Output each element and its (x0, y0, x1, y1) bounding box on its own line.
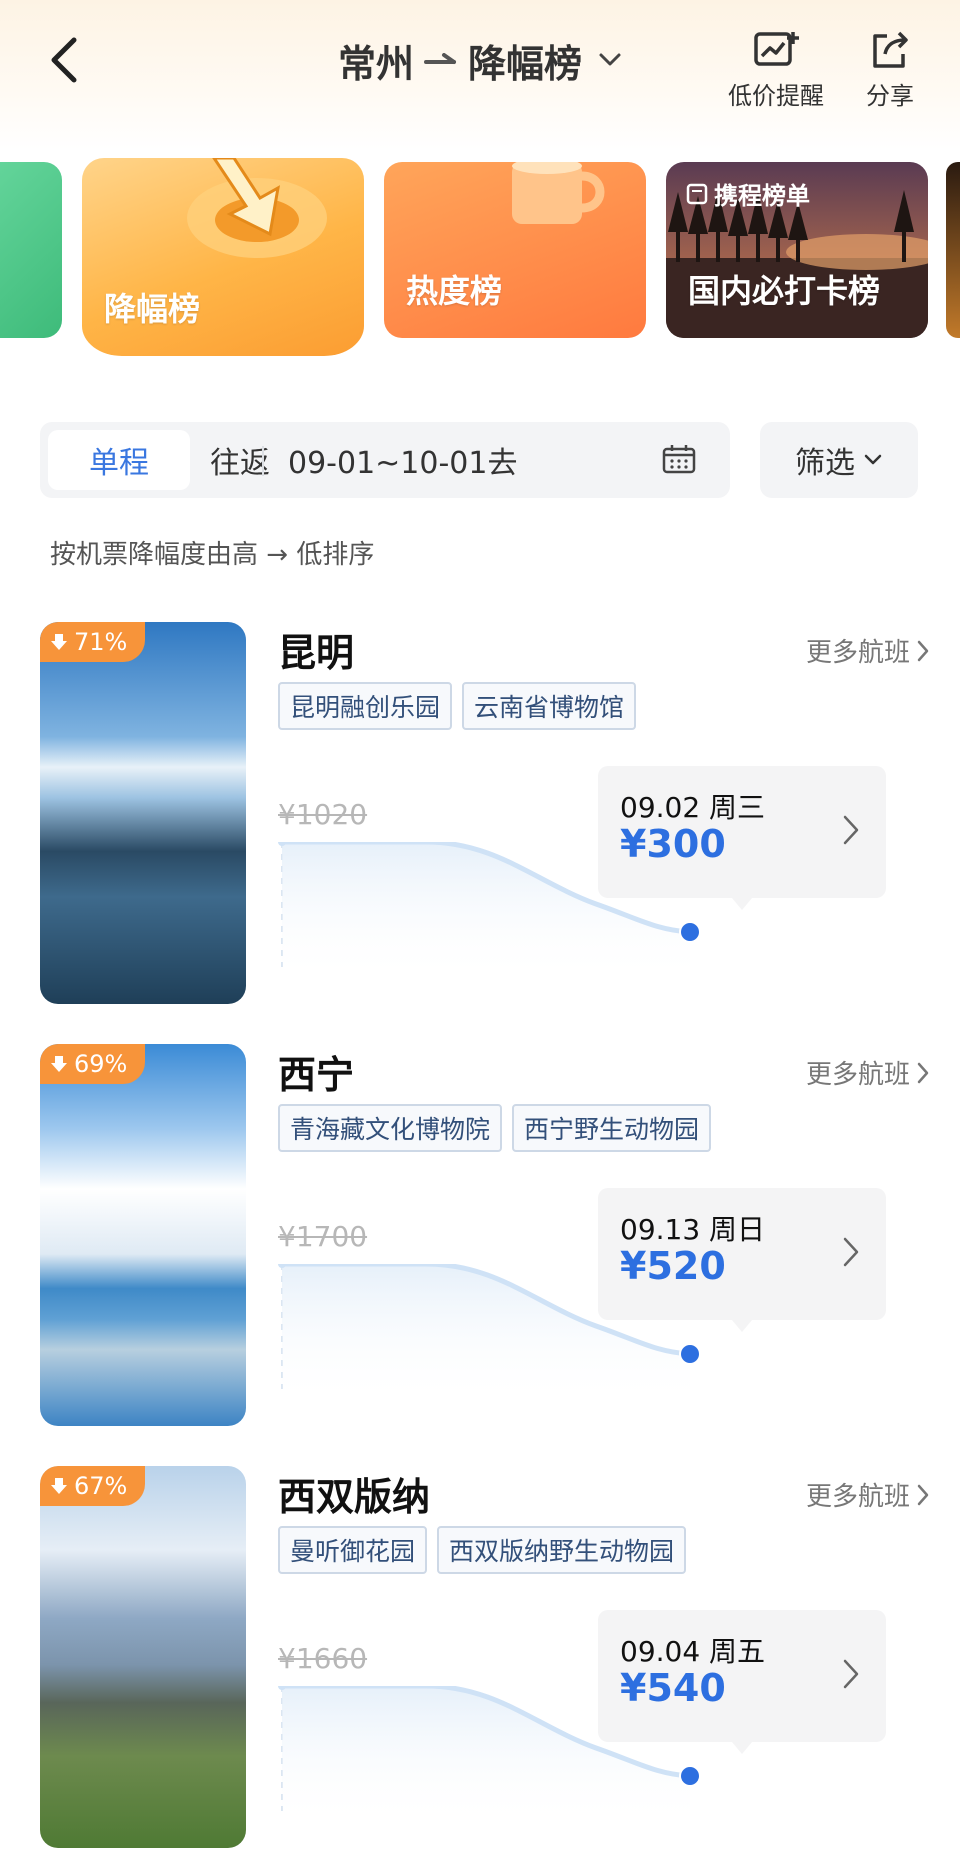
segment-divider (262, 446, 264, 476)
more-flights-label: 更多航班 (805, 638, 910, 668)
chevron-left-icon (51, 37, 77, 83)
share-label: 分享 (866, 82, 914, 110)
share-button[interactable]: 分享 (866, 30, 914, 111)
brand-tag-label: 携程榜单 (714, 182, 810, 210)
chevron-right-icon (843, 815, 859, 845)
category-label: 热度榜 (406, 272, 503, 310)
origin-city: 常州 (337, 41, 414, 86)
sort-note: 按机票降幅度由高 → 低排序 (50, 540, 375, 570)
filter-button[interactable]: 筛选 (760, 422, 918, 498)
more-flights-link[interactable]: 更多航班 (806, 632, 930, 669)
category-card-must-visit[interactable]: 携程榜单 国内必打卡榜 (666, 162, 928, 338)
chevron-down-icon (864, 454, 882, 465)
page-title[interactable]: 常州 降幅榜 (300, 30, 660, 90)
lowest-price-dot[interactable] (679, 1765, 701, 1787)
chevron-right-icon (843, 1659, 859, 1689)
lowest-price-tooltip[interactable]: 09.04 周五 ¥540 (598, 1610, 886, 1754)
drop-percent: 67% (74, 1472, 128, 1500)
lowest-price: ¥520 (620, 1244, 726, 1288)
drop-badge: 71% (40, 622, 146, 662)
category-label: 国内必打卡榜 (688, 272, 881, 310)
chevron-right-icon (917, 1062, 929, 1083)
share-icon (873, 31, 908, 68)
lowest-price-date: 09.04 周五 (620, 1635, 766, 1668)
brand-tag: 携程榜单 (686, 176, 810, 211)
chevron-down-icon (599, 53, 621, 66)
lowest-price-tooltip[interactable]: 09.02 周三 ¥300 (598, 766, 886, 910)
price-alert-button[interactable]: 低价提醒 (728, 30, 824, 111)
attraction-tag[interactable]: 云南省博物馆 (462, 682, 637, 730)
price-alert-label: 低价提醒 (728, 82, 824, 110)
destination-photo[interactable]: 69% (40, 1044, 246, 1426)
tooltip-tail (732, 898, 752, 910)
category-card-previous[interactable] (0, 162, 62, 338)
lowest-price-dot[interactable] (679, 1343, 701, 1365)
chevron-right-icon (917, 640, 929, 661)
drop-badge: 67% (40, 1466, 146, 1506)
lowest-price-date: 09.02 周三 (620, 791, 766, 824)
filter-label: 筛选 (795, 446, 855, 481)
more-flights-label: 更多航班 (805, 1060, 910, 1090)
destination-card[interactable]: 69% 西宁 更多航班 青海藏文化博物院 西宁野生动物园 ¥1700 09.13… (40, 1044, 956, 1426)
destination-city: 西宁 (278, 1053, 355, 1097)
lowest-price-tooltip[interactable]: 09.13 周日 ¥520 (598, 1188, 886, 1332)
attraction-tag[interactable]: 青海藏文化博物院 (278, 1104, 503, 1152)
category-card-next[interactable] (946, 162, 960, 338)
price-alert-icon (754, 32, 799, 66)
category-card-hot[interactable]: 热度榜 (384, 162, 646, 338)
arrow-down-icon (51, 634, 67, 650)
attraction-tag[interactable]: 西宁野生动物园 (512, 1104, 712, 1152)
attraction-tags: 曼听御花园 西双版纳野生动物园 (278, 1526, 687, 1574)
calendar-icon[interactable] (662, 444, 696, 474)
category-label: 降幅榜 (104, 290, 201, 328)
lowest-price: ¥540 (620, 1666, 726, 1710)
destination-card[interactable]: 67% 西双版纳 更多航班 曼听御花园 西双版纳野生动物园 ¥1660 09.0… (40, 1466, 956, 1848)
more-flights-link[interactable]: 更多航班 (806, 1476, 930, 1513)
original-price: ¥1020 (278, 798, 368, 831)
chevron-right-icon (917, 1484, 929, 1505)
destination-photo[interactable]: 71% (40, 622, 246, 1004)
destination-city: 昆明 (278, 631, 355, 675)
attraction-tags: 昆明融创乐园 云南省博物馆 (278, 682, 637, 730)
drop-badge: 69% (40, 1044, 146, 1084)
lowest-price: ¥300 (620, 822, 726, 866)
arrow-down-icon (51, 1056, 67, 1072)
chevron-right-icon (843, 1237, 859, 1267)
arrow-down-icon (51, 1478, 67, 1494)
lowest-price-dot[interactable] (679, 921, 701, 943)
round-trip-tab[interactable]: 往返 (190, 430, 290, 490)
date-range[interactable]: 09-01~10-01去 (288, 430, 517, 490)
more-flights-link[interactable]: 更多航班 (806, 1054, 930, 1091)
attraction-tags: 青海藏文化博物院 西宁野生动物园 (278, 1104, 712, 1152)
trip-type-segment: 单程 往返 09-01~10-01去 (40, 422, 730, 498)
one-way-tab[interactable]: 单程 (48, 430, 190, 490)
tooltip-tail (732, 1320, 752, 1332)
back-button[interactable] (44, 30, 94, 90)
destination-photo[interactable]: 67% (40, 1466, 246, 1848)
attraction-tag[interactable]: 昆明融创乐园 (278, 682, 453, 730)
attraction-tag[interactable]: 西双版纳野生动物园 (437, 1526, 687, 1574)
destination-card[interactable]: 71% 昆明 更多航班 昆明融创乐园 云南省博物馆 ¥1020 09.02 周三… (40, 622, 956, 1004)
route-arrow-icon (424, 53, 456, 64)
original-price: ¥1700 (278, 1220, 368, 1253)
attraction-tag[interactable]: 曼听御花园 (278, 1526, 428, 1574)
original-price: ¥1660 (278, 1642, 368, 1675)
list-badge-icon (686, 183, 708, 204)
more-flights-label: 更多航班 (805, 1482, 910, 1512)
destination-city: 西双版纳 (278, 1475, 431, 1519)
tooltip-tail (732, 1742, 752, 1754)
drop-percent: 71% (74, 628, 128, 656)
category-card-drop[interactable]: 降幅榜 (82, 158, 364, 356)
lowest-price-date: 09.13 周日 (620, 1213, 766, 1246)
drop-percent: 69% (74, 1050, 128, 1078)
rank-title: 降幅榜 (468, 41, 583, 86)
